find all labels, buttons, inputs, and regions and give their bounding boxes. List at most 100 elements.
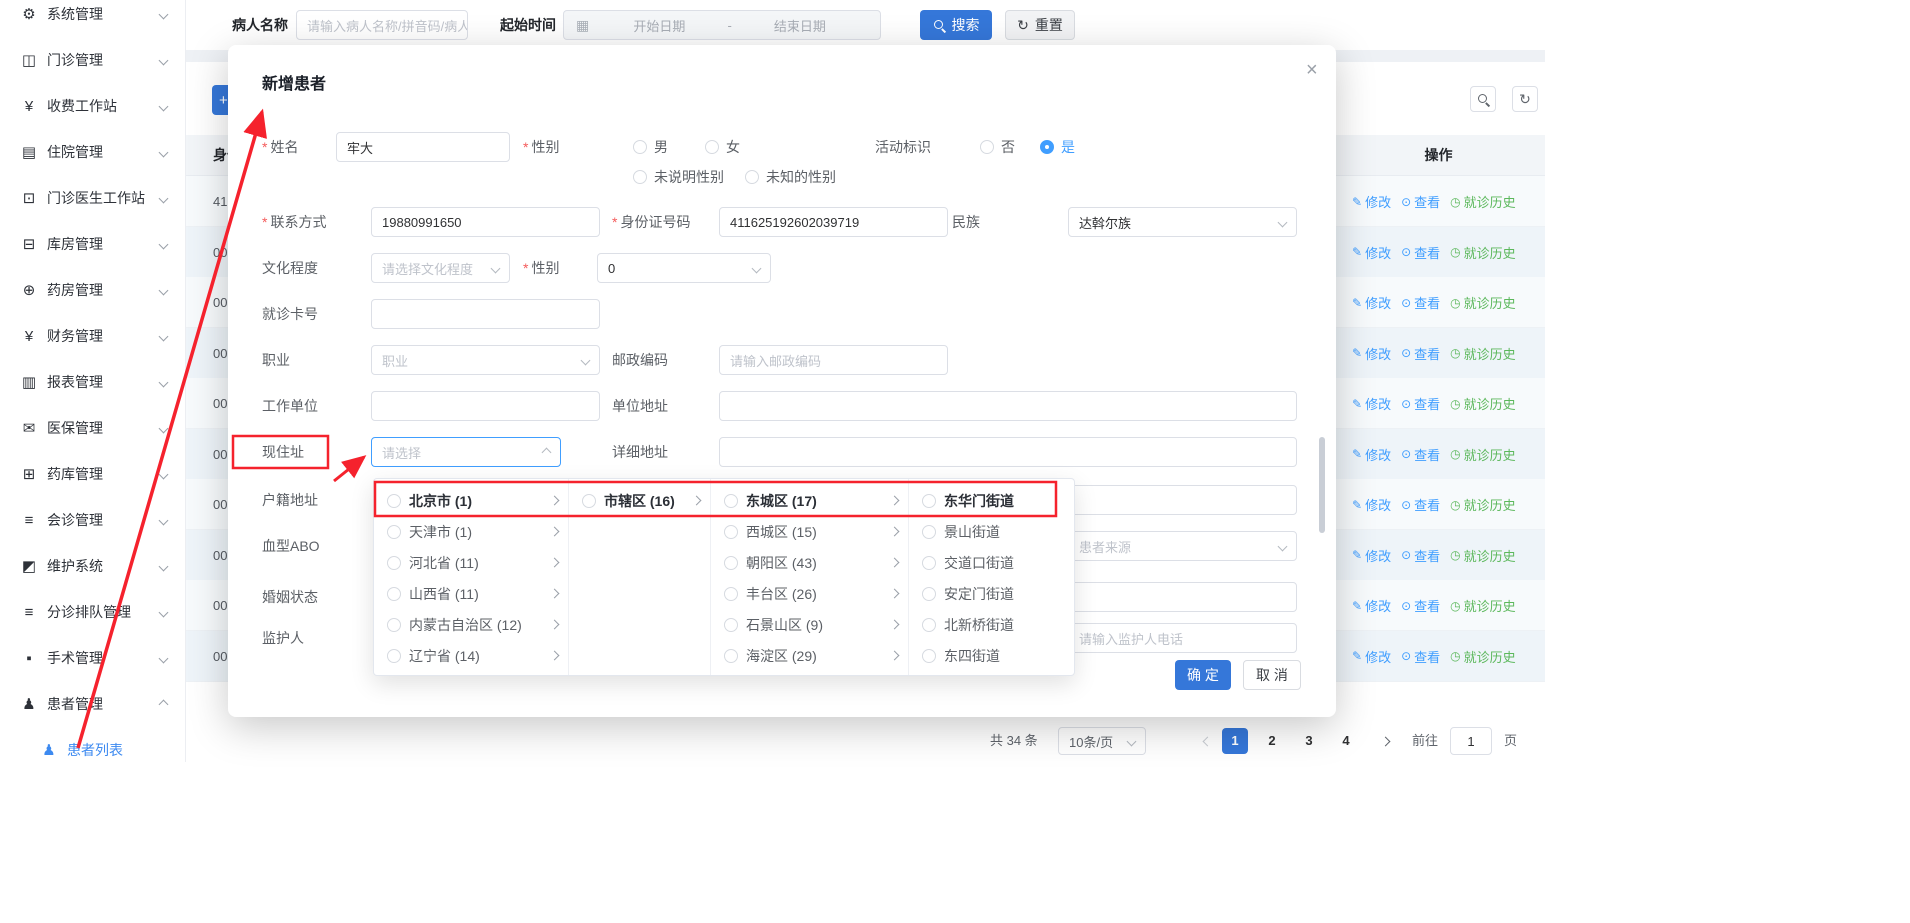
cascader-option[interactable]: 天津市 (1) (374, 516, 568, 547)
patient-name-input[interactable]: 请输入病人名称/拼音码/病人ID (296, 10, 468, 40)
view-link[interactable]: ⊙查看 (1401, 596, 1440, 615)
page-size-select[interactable]: 10条/页 (1058, 727, 1146, 755)
visit-history-link[interactable]: ◷就诊历史 (1450, 192, 1516, 211)
radio-icon[interactable] (582, 494, 596, 508)
radio-icon[interactable] (724, 618, 738, 632)
view-link[interactable]: ⊙查看 (1401, 394, 1440, 413)
cascader-option[interactable]: 北新桥街道 (909, 609, 1075, 640)
sidebar-item-住院管理[interactable]: ▤住院管理 (0, 129, 185, 175)
sidebar-item-患者管理[interactable]: ♟患者管理 (0, 681, 185, 727)
cascader-option[interactable]: 东城区 (17) (711, 485, 908, 516)
radio-icon[interactable] (387, 649, 401, 663)
sidebar-item-收费工作站[interactable]: ¥收费工作站 (0, 83, 185, 129)
radio-icon[interactable] (724, 587, 738, 601)
edit-link[interactable]: ✎修改 (1352, 344, 1391, 363)
sidebar-item-系统管理[interactable]: ⚙系统管理 (0, 0, 185, 37)
sidebar-item-医保管理[interactable]: ✉医保管理 (0, 405, 185, 451)
edit-link[interactable]: ✎修改 (1352, 495, 1391, 514)
sidebar-item-库房管理[interactable]: ⊟库房管理 (0, 221, 185, 267)
reset-button[interactable]: ↻ 重置 (1005, 10, 1075, 40)
goto-page-input[interactable]: 1 (1450, 727, 1492, 755)
radio-icon[interactable] (387, 556, 401, 570)
radio-unstated-gender[interactable]: 未说明性别 (633, 162, 724, 192)
cascader-option[interactable]: 河北省 (11) (374, 547, 568, 578)
cascader-option[interactable]: 景山街道 (909, 516, 1075, 547)
radio-icon[interactable] (922, 525, 936, 539)
radio-icon[interactable] (922, 618, 936, 632)
view-link[interactable]: ⊙查看 (1401, 192, 1440, 211)
radio-icon[interactable] (922, 587, 936, 601)
visit-history-link[interactable]: ◷就诊历史 (1450, 293, 1516, 312)
page-button-3[interactable]: 3 (1296, 728, 1322, 754)
close-icon[interactable]: × (1306, 59, 1318, 82)
current-address-cascader[interactable]: 请选择 (371, 437, 561, 467)
modal-scrollbar[interactable] (1319, 437, 1325, 533)
sidebar-item-手术管理[interactable]: ▪手术管理 (0, 635, 185, 681)
visit-history-link[interactable]: ◷就诊历史 (1450, 495, 1516, 514)
radio-active-no[interactable]: 否 (980, 132, 1015, 162)
id-number-input[interactable]: 411625192602039719 (719, 207, 948, 237)
page-button-2[interactable]: 2 (1259, 728, 1285, 754)
unit-address-input[interactable] (719, 391, 1297, 421)
sidebar-item-患者列表[interactable]: ♟患者列表 (0, 727, 185, 762)
radio-icon[interactable] (387, 494, 401, 508)
visit-history-link[interactable]: ◷就诊历史 (1450, 546, 1516, 565)
ethnicity-select[interactable]: 达斡尔族 (1068, 207, 1297, 237)
cascader-option[interactable]: 内蒙古自治区 (12) (374, 609, 568, 640)
page-button-4[interactable]: 4 (1333, 728, 1359, 754)
visit-history-link[interactable]: ◷就诊历史 (1450, 445, 1516, 464)
marital-row-right-input[interactable] (1068, 582, 1297, 612)
edit-link[interactable]: ✎修改 (1352, 445, 1391, 464)
view-link[interactable]: ⊙查看 (1401, 495, 1440, 514)
cascader-option[interactable]: 东华门街道 (909, 485, 1075, 516)
visit-history-link[interactable]: ◷就诊历史 (1450, 394, 1516, 413)
radio-male[interactable]: 男 (633, 132, 668, 162)
cascader-option[interactable]: 东四街道 (909, 640, 1075, 671)
edit-link[interactable]: ✎修改 (1352, 293, 1391, 312)
view-link[interactable]: ⊙查看 (1401, 243, 1440, 262)
edit-link[interactable]: ✎修改 (1352, 546, 1391, 565)
view-link[interactable]: ⊙查看 (1401, 546, 1440, 565)
radio-unknown-gender[interactable]: 未知的性别 (745, 162, 836, 192)
cascader-option[interactable]: 辽宁省 (14) (374, 640, 568, 671)
postal-code-input[interactable]: 请输入邮政编码 (719, 345, 948, 375)
work-unit-input[interactable] (371, 391, 600, 421)
page-button-1[interactable]: 1 (1222, 728, 1248, 754)
sidebar-item-药库管理[interactable]: ⊞药库管理 (0, 451, 185, 497)
visit-history-link[interactable]: ◷就诊历史 (1450, 344, 1516, 363)
sidebar-item-门诊医生工作站[interactable]: ⊡门诊医生工作站 (0, 175, 185, 221)
prev-page-button[interactable] (1194, 728, 1220, 754)
sidebar-item-分诊排队管理[interactable]: ≡分诊排队管理 (0, 589, 185, 635)
view-link[interactable]: ⊙查看 (1401, 344, 1440, 363)
view-link[interactable]: ⊙查看 (1401, 293, 1440, 312)
edit-link[interactable]: ✎修改 (1352, 596, 1391, 615)
visit-history-link[interactable]: ◷就诊历史 (1450, 596, 1516, 615)
occupation-select[interactable]: 职业 (371, 345, 600, 375)
edit-link[interactable]: ✎修改 (1352, 394, 1391, 413)
gender-select[interactable]: 0 (597, 253, 771, 283)
radio-icon[interactable] (724, 494, 738, 508)
radio-icon[interactable] (922, 649, 936, 663)
household-row-right-input[interactable] (1068, 485, 1297, 515)
cascader-option[interactable]: 北京市 (1) (374, 485, 568, 516)
radio-icon[interactable] (387, 525, 401, 539)
edit-link[interactable]: ✎修改 (1352, 192, 1391, 211)
cascader-option[interactable]: 市辖区 (16) (569, 485, 710, 516)
cascader-option[interactable]: 西城区 (15) (711, 516, 908, 547)
radio-icon[interactable] (724, 525, 738, 539)
visit-card-input[interactable] (371, 299, 600, 329)
cascader-option[interactable]: 交道口街道 (909, 547, 1075, 578)
sidebar-item-维护系统[interactable]: ◩维护系统 (0, 543, 185, 589)
detail-address-input[interactable] (719, 437, 1297, 467)
name-input[interactable]: 牢大 (336, 132, 510, 162)
sidebar-item-药房管理[interactable]: ⊕药房管理 (0, 267, 185, 313)
date-range-picker[interactable]: ▦ 开始日期 - 结束日期 (563, 10, 881, 40)
table-refresh-button[interactable]: ↻ (1512, 86, 1538, 112)
radio-active-yes[interactable]: 是 (1040, 132, 1075, 162)
visit-history-link[interactable]: ◷就诊历史 (1450, 647, 1516, 666)
view-link[interactable]: ⊙查看 (1401, 445, 1440, 464)
next-page-button[interactable] (1372, 728, 1398, 754)
education-select[interactable]: 请选择文化程度 (371, 253, 510, 283)
cancel-button[interactable]: 取 消 (1243, 660, 1301, 690)
sidebar-item-门诊管理[interactable]: ◫门诊管理 (0, 37, 185, 83)
